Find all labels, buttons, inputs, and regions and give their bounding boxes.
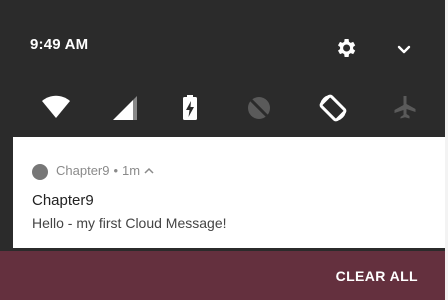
- notification-shade: 9:49 AM Chapter9 • 1m Chapter9 Hello - m…: [0, 0, 445, 300]
- notification-body: Hello - my first Cloud Message!: [32, 215, 227, 231]
- clear-all-button[interactable]: CLEAR ALL: [336, 268, 418, 284]
- app-icon: [32, 164, 48, 180]
- battery-charging-icon[interactable]: [174, 92, 206, 124]
- status-bar: 9:49 AM: [0, 0, 445, 80]
- notification-footer: CLEAR ALL: [0, 251, 445, 300]
- wifi-icon[interactable]: [40, 92, 72, 124]
- expand-chevron-icon[interactable]: [144, 167, 154, 175]
- notification-header: Chapter9 • 1m: [56, 163, 154, 178]
- notification-time: 1m: [122, 163, 141, 178]
- notification-card[interactable]: Chapter9 • 1m Chapter9 Hello - my first …: [13, 137, 445, 248]
- app-name: Chapter9: [56, 163, 110, 178]
- do-not-disturb-icon[interactable]: [243, 92, 275, 124]
- signal-icon[interactable]: [109, 92, 141, 124]
- auto-rotate-icon[interactable]: [317, 92, 349, 124]
- status-time: 9:49 AM: [30, 36, 89, 53]
- gear-icon[interactable]: [334, 36, 358, 60]
- notification-title: Chapter9: [32, 192, 94, 209]
- chevron-down-icon[interactable]: [393, 38, 415, 60]
- quick-settings-row: [0, 92, 445, 132]
- airplane-mode-icon[interactable]: [389, 92, 421, 124]
- header-separator: •: [113, 163, 119, 178]
